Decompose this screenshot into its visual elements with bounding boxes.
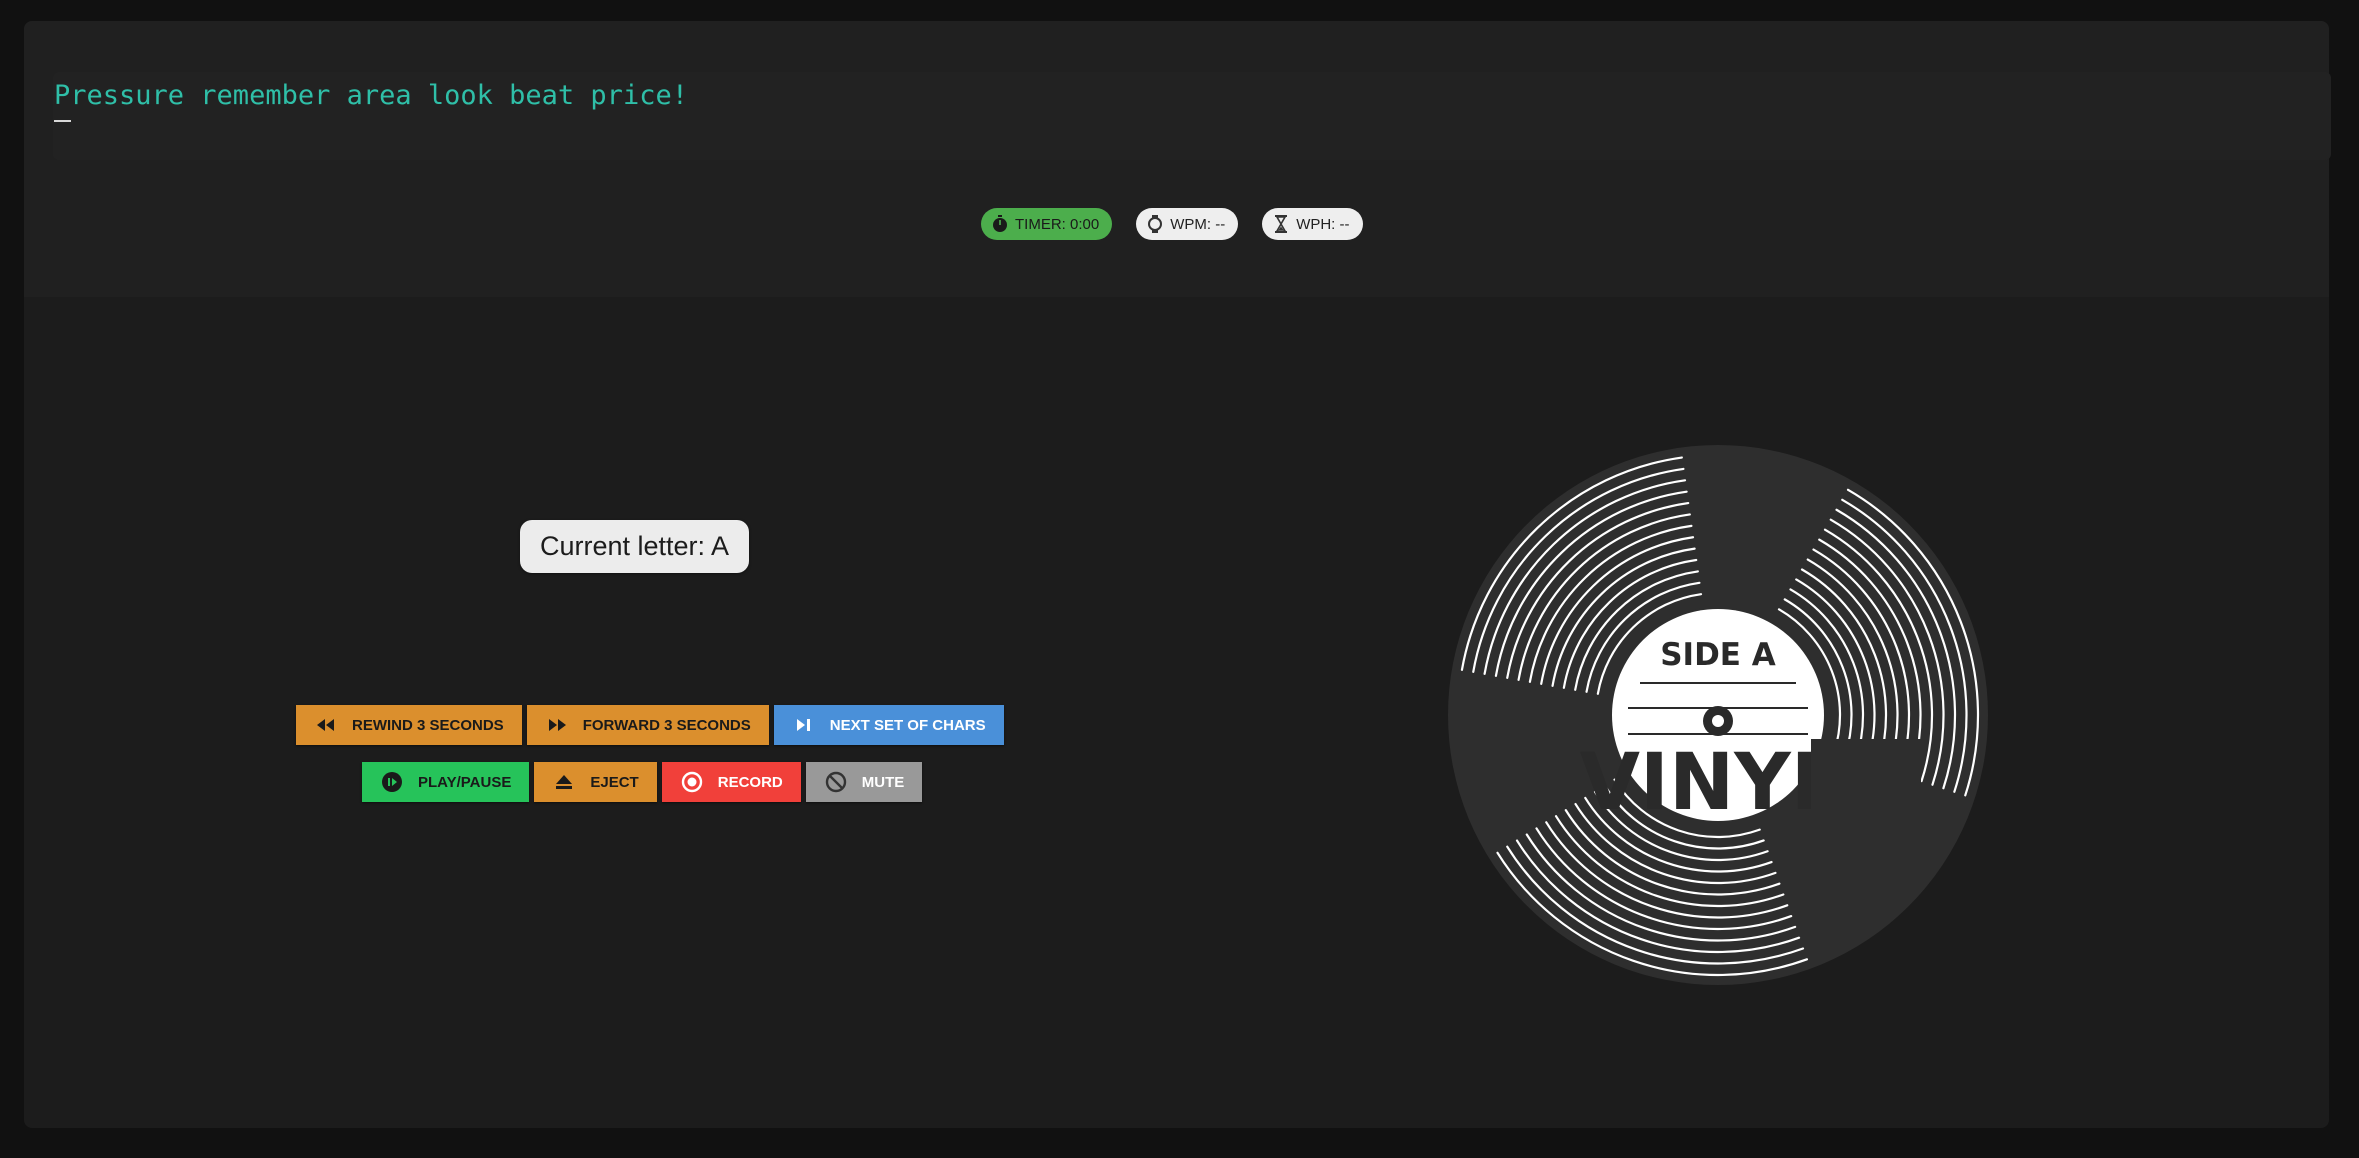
record-label: RECORD	[717, 773, 783, 791]
transport-row-2: PLAY/PAUSE EJECT RECORD MUTE	[362, 762, 923, 802]
typing-app: Pressure remember area look beat price! …	[24, 21, 2331, 1128]
eject-button[interactable]: EJECT	[534, 762, 657, 802]
typing-cursor	[54, 120, 71, 122]
mute-icon	[825, 771, 846, 793]
wpm-text: WPM: --	[1170, 215, 1226, 233]
transport-row-1: REWIND 3 SECONDS FORWARD 3 SECONDS NEXT …	[296, 705, 1004, 745]
play-pause-icon	[382, 772, 402, 792]
rewind-icon	[317, 719, 334, 731]
fast-forward-icon	[548, 719, 566, 731]
stopwatch-icon	[993, 215, 1007, 232]
record-name: VINYL	[1580, 738, 1841, 828]
header-panel: Pressure remember area look beat price! …	[24, 21, 2331, 297]
forward-button[interactable]: FORWARD 3 SECONDS	[526, 705, 769, 745]
next-chars-label: NEXT SET OF CHARS	[829, 716, 986, 734]
target-sentence: Pressure remember area look beat price!	[54, 80, 688, 111]
rewind-button[interactable]: REWIND 3 SECONDS	[296, 705, 522, 745]
mute-label: MUTE	[861, 773, 905, 791]
rewind-label: REWIND 3 SECONDS	[352, 716, 504, 734]
forward-label: FORWARD 3 SECONDS	[582, 716, 751, 734]
current-letter-display: Current letter: A	[520, 520, 749, 573]
timer-badge: TIMER: 0:00	[981, 208, 1113, 240]
play-pause-button[interactable]: PLAY/PAUSE	[362, 762, 530, 802]
eject-label: EJECT	[590, 773, 639, 791]
skip-next-icon	[796, 719, 810, 731]
eject-icon	[556, 775, 573, 789]
play-pause-label: PLAY/PAUSE	[418, 773, 512, 791]
timer-text: TIMER: 0:00	[1015, 215, 1100, 233]
wph-badge: WPH: --	[1262, 208, 1363, 240]
wpm-badge: WPM: --	[1136, 208, 1239, 240]
hourglass-icon	[1275, 215, 1288, 233]
stats-bar: TIMER: 0:00 WPM: -- WPH: --	[981, 208, 1363, 240]
record-icon	[681, 771, 702, 793]
side-label: SIDE A	[1660, 637, 1776, 673]
watch-icon	[1148, 215, 1163, 233]
vinyl-record-graphic: SIDE A VINYL	[1448, 445, 1988, 985]
next-chars-button[interactable]: NEXT SET OF CHARS	[773, 705, 1004, 745]
wph-text: WPH: --	[1296, 215, 1350, 233]
record-button[interactable]: RECORD	[661, 762, 801, 802]
mute-button[interactable]: MUTE	[805, 762, 923, 802]
